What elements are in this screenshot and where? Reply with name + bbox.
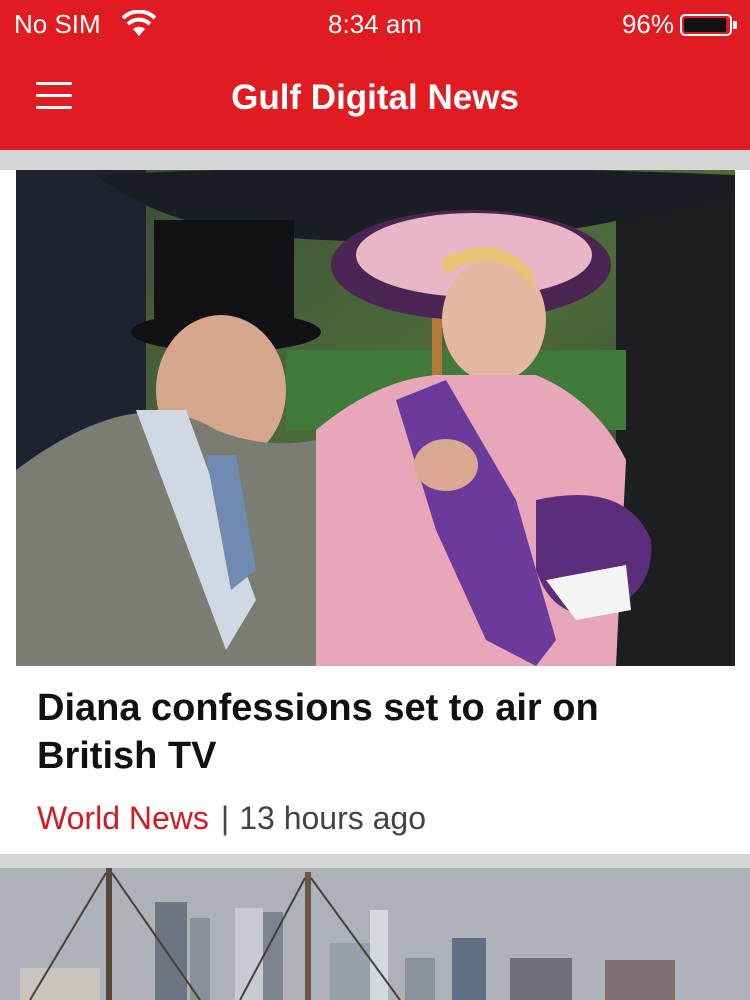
app-screen: No SIM 8:34 am 96% Gulf Digital News Dia… (0, 0, 750, 1000)
article-photo[interactable] (16, 170, 735, 666)
meta-separator: | (220, 800, 230, 836)
article-photo[interactable] (0, 868, 750, 1000)
top-bar: No SIM 8:34 am 96% Gulf Digital News (0, 0, 750, 150)
app-title: Gulf Digital News (231, 78, 519, 117)
status-bar: No SIM 8:34 am 96% (0, 0, 750, 50)
article-time: 13 hours ago (239, 800, 427, 836)
article-card[interactable]: Diana confessions set to air on British … (0, 170, 750, 854)
battery-icon (680, 14, 737, 36)
article-card[interactable] (0, 868, 750, 1000)
article-meta: World News | 13 hours ago (37, 800, 426, 837)
battery-percent: 96% (621, 9, 674, 39)
article-headline[interactable]: Diana confessions set to air on British … (37, 684, 717, 780)
article-category[interactable]: World News (37, 800, 209, 836)
